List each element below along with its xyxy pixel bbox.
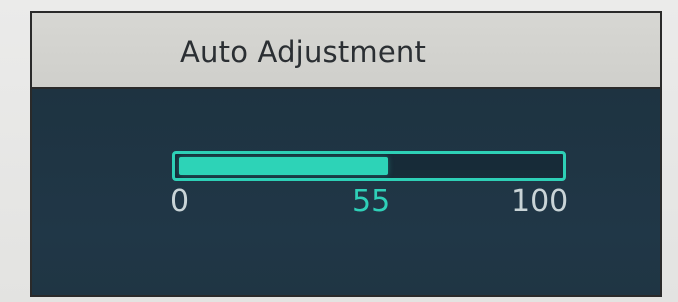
osd-title: Auto Adjustment bbox=[180, 35, 427, 69]
osd-header: Auto Adjustment bbox=[32, 13, 660, 89]
progress-max-label: 100 bbox=[511, 184, 569, 219]
progress-bar-fill bbox=[179, 157, 388, 175]
progress-min-label: 0 bbox=[170, 184, 190, 219]
progress-bar bbox=[172, 151, 566, 181]
osd-body: 0 55 100 bbox=[32, 89, 660, 295]
screen: Auto Adjustment 0 55 100 bbox=[0, 0, 678, 302]
progress-current-value: 55 bbox=[352, 184, 391, 219]
osd-window: Auto Adjustment 0 55 100 bbox=[30, 11, 662, 297]
